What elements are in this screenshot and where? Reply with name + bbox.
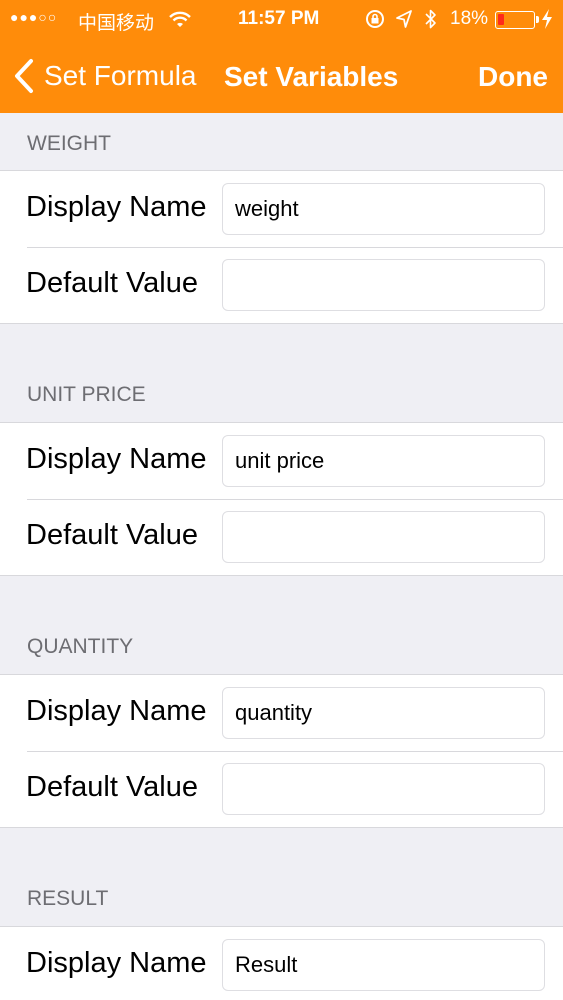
variable-group-weight: Display Name Default Value: [0, 170, 563, 324]
weight-default-value-field[interactable]: [222, 259, 545, 311]
battery-level: [498, 14, 504, 25]
display-name-label: Display Name: [26, 695, 207, 727]
status-bar: ●●●○○ 中国移动 11:57 PM 18%: [0, 0, 563, 40]
top-bar: ●●●○○ 中国移动 11:57 PM 18% Set Formula Set …: [0, 0, 563, 113]
back-button[interactable]: Set Formula: [12, 58, 197, 94]
page-title: Set Variables: [224, 61, 399, 92]
result-display-name-field[interactable]: [222, 939, 545, 991]
unit-price-default-value-field[interactable]: [222, 511, 545, 563]
charging-icon: [542, 9, 552, 29]
chevron-left-icon: [15, 59, 33, 93]
default-value-row: Default Value: [0, 247, 563, 323]
clock: 11:57 PM: [238, 8, 320, 29]
variables-form: WEIGHT Display Name Default Value UNIT P…: [0, 113, 563, 1000]
weight-display-name-field[interactable]: [222, 183, 545, 235]
display-name-row: Display Name: [0, 171, 563, 247]
wifi-icon: [169, 11, 191, 27]
battery-icon: [495, 11, 539, 29]
signal-strength: ●●●○○: [10, 9, 58, 25]
section-header-weight: WEIGHT: [27, 132, 111, 155]
quantity-default-value-field[interactable]: [222, 763, 545, 815]
done-button[interactable]: Done: [478, 61, 548, 93]
display-name-label: Display Name: [26, 947, 207, 979]
section-header-unit-price: UNIT PRICE: [27, 383, 146, 406]
variable-group-result: Display Name: [0, 926, 563, 1000]
default-value-row: Default Value: [0, 499, 563, 575]
bluetooth-icon: [425, 9, 436, 29]
navigation-bar: Set Formula Set Variables Done: [0, 40, 563, 113]
location-icon: [396, 10, 412, 28]
carrier-name: 中国移动: [78, 13, 155, 34]
display-name-row: Display Name: [0, 927, 563, 1000]
display-name-label: Display Name: [26, 191, 207, 223]
unit-price-display-name-field[interactable]: [222, 435, 545, 487]
section-header-result: RESULT: [27, 887, 109, 910]
section-header-quantity: QUANTITY: [27, 635, 134, 658]
battery-percent: 18%: [450, 8, 489, 29]
variable-group-unit-price: Display Name Default Value: [0, 422, 563, 576]
rotation-lock-icon: [366, 10, 384, 28]
display-name-row: Display Name: [0, 423, 563, 499]
variable-group-quantity: Display Name Default Value: [0, 674, 563, 828]
display-name-label: Display Name: [26, 443, 207, 475]
default-value-label: Default Value: [26, 267, 198, 299]
default-value-label: Default Value: [26, 519, 198, 551]
default-value-label: Default Value: [26, 771, 198, 803]
display-name-row: Display Name: [0, 675, 563, 751]
back-button-label: Set Formula: [44, 60, 197, 91]
quantity-display-name-field[interactable]: [222, 687, 545, 739]
default-value-row: Default Value: [0, 751, 563, 827]
